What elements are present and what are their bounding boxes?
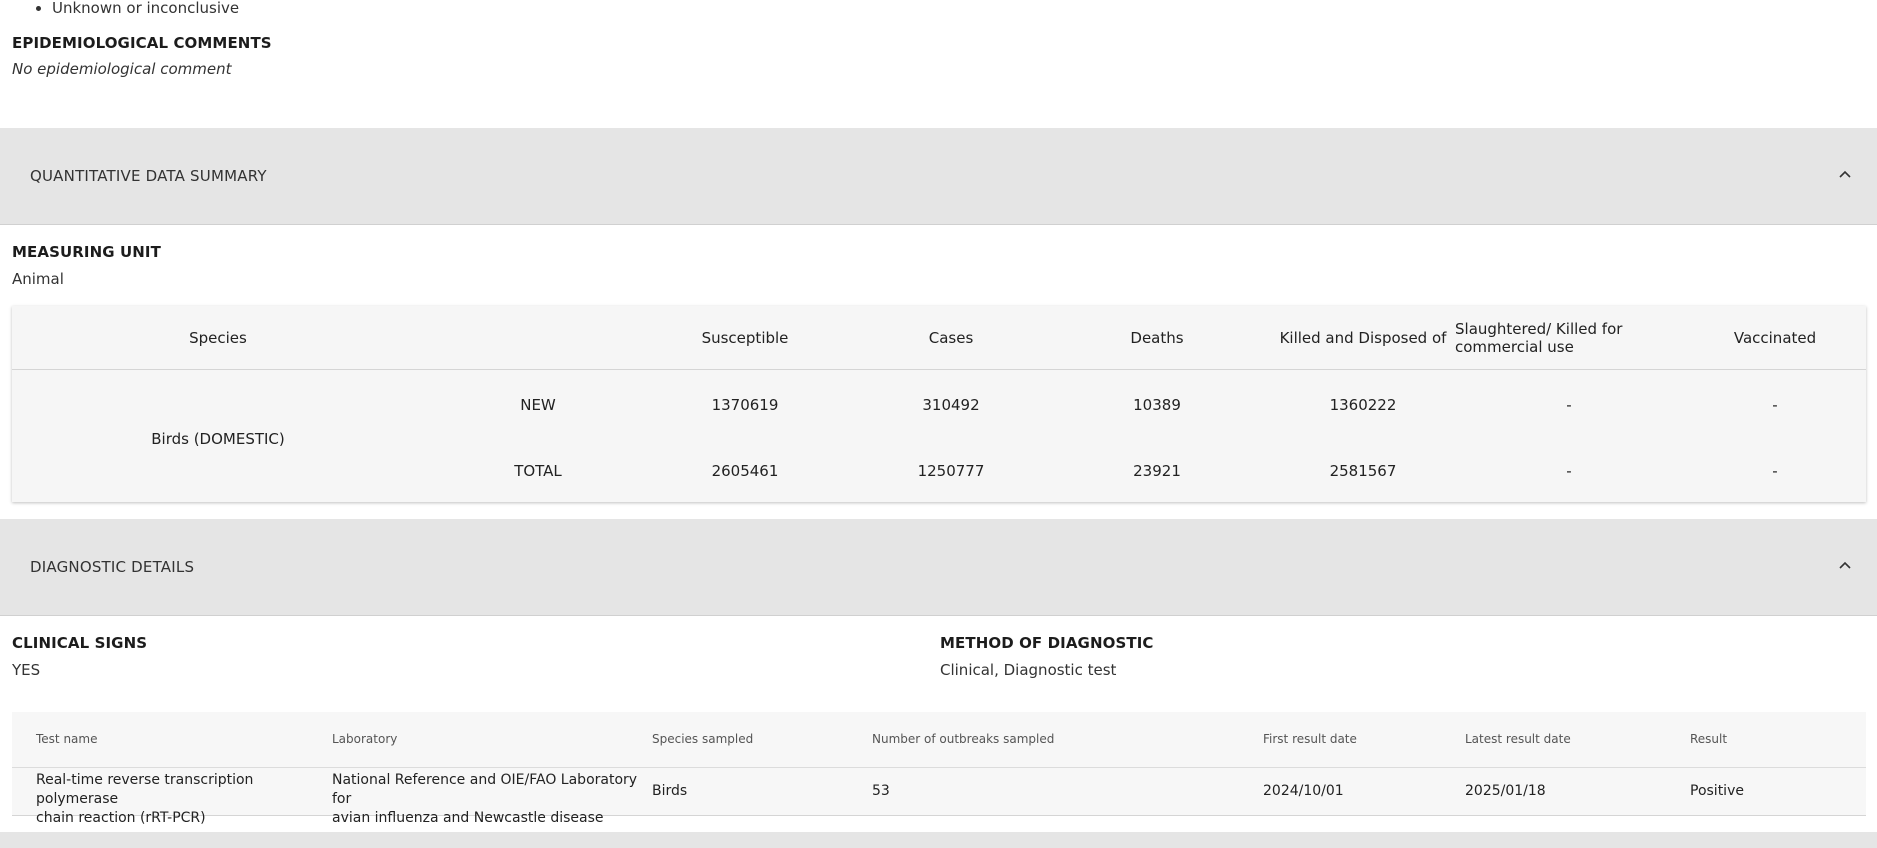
- header-cases: Cases: [928, 329, 974, 347]
- cell-result: Positive: [1690, 783, 1744, 799]
- cell-slaughtered: -: [1566, 462, 1572, 480]
- measuring-unit: MEASURING UNIT Animal: [12, 243, 161, 288]
- cell-first-date: 2024/10/01: [1263, 783, 1344, 799]
- header-slaughtered: Slaughtered/ Killed for commercial use: [1455, 306, 1675, 370]
- list-item: Unknown or inconclusive: [52, 0, 239, 17]
- method-of-diagnostic: METHOD OF DIAGNOSTIC Clinical, Diagnosti…: [940, 634, 1154, 679]
- cell-laboratory: National Reference and OIE/FAO Laborator…: [332, 771, 647, 828]
- cell-outbreaks: 53: [872, 783, 890, 799]
- cell-vaccinated: -: [1772, 462, 1778, 480]
- measuring-unit-title: MEASURING UNIT: [12, 243, 161, 261]
- method-value: Clinical, Diagnostic test: [940, 661, 1117, 679]
- header-vaccinated: Vaccinated: [1733, 329, 1817, 347]
- header-divider: [12, 767, 1866, 768]
- row-label: NEW: [520, 396, 556, 414]
- header-laboratory: Laboratory: [332, 732, 398, 746]
- cell-deaths: 23921: [1133, 462, 1181, 480]
- cell-vaccinated: -: [1772, 396, 1778, 414]
- header-first-date: First result date: [1263, 732, 1357, 746]
- cell-slaughtered: -: [1566, 396, 1572, 414]
- header-susceptible: Susceptible: [701, 329, 789, 347]
- diagnostic-panel-header[interactable]: DIAGNOSTIC DETAILS: [0, 519, 1877, 616]
- inconclusive-list: Unknown or inconclusive: [52, 0, 239, 17]
- header-slaughtered-line1: Slaughtered/ Killed for: [1455, 320, 1623, 338]
- quantitative-panel-header[interactable]: QUANTITATIVE DATA SUMMARY: [0, 128, 1877, 225]
- measuring-unit-value: Animal: [12, 270, 64, 288]
- cell-species-sampled: Birds: [652, 783, 688, 799]
- cell-deaths: 10389: [1133, 396, 1181, 414]
- cell-cases: 1250777: [917, 462, 985, 480]
- header-result: Result: [1690, 732, 1728, 746]
- quantitative-table: Species Susceptible Cases Deaths Killed …: [12, 306, 1866, 502]
- cell-killed: 1360222: [1329, 396, 1397, 414]
- header-slaughtered-line2: commercial use: [1455, 338, 1574, 356]
- clinical-signs-title: CLINICAL SIGNS: [12, 634, 148, 652]
- diagnostic-table: Test name Laboratory Species sampled Num…: [12, 712, 1866, 826]
- table-header-row: Species Susceptible Cases Deaths Killed …: [12, 306, 1866, 370]
- header-test-name: Test name: [36, 732, 98, 746]
- diagnostic-panel-title: DIAGNOSTIC DETAILS: [30, 558, 195, 576]
- epidemiological-title: EPIDEMIOLOGICAL COMMENTS: [12, 34, 272, 52]
- cell-laboratory-line1: National Reference and OIE/FAO Laborator…: [332, 772, 638, 807]
- next-panel-header[interactable]: [0, 832, 1877, 848]
- method-title: METHOD OF DIAGNOSTIC: [940, 634, 1154, 652]
- header-outbreaks: Number of outbreaks sampled: [872, 732, 1055, 746]
- header-species-sampled: Species sampled: [652, 732, 754, 746]
- epidemiological-comments: EPIDEMIOLOGICAL COMMENTS No epidemiologi…: [12, 34, 272, 78]
- cell-laboratory-line2: avian influenza and Newcastle disease: [332, 810, 604, 826]
- chevron-up-icon[interactable]: [1837, 559, 1853, 571]
- cell-test-name-line1: Real-time reverse transcription polymera…: [36, 772, 254, 807]
- header-killed: Killed and Disposed of: [1279, 329, 1447, 347]
- clinical-signs-value: YES: [12, 661, 41, 679]
- header-latest-date: Latest result date: [1465, 732, 1571, 746]
- cell-test-name-line2: chain reaction (rRT-PCR): [36, 810, 206, 826]
- cell-susceptible: 1370619: [711, 396, 779, 414]
- epidemiological-value: No epidemiological comment: [12, 60, 232, 78]
- quantitative-panel-title: QUANTITATIVE DATA SUMMARY: [30, 167, 267, 185]
- cell-latest-date: 2025/01/18: [1465, 783, 1546, 799]
- cell-killed: 2581567: [1329, 462, 1397, 480]
- clinical-signs: CLINICAL SIGNS YES: [12, 634, 147, 679]
- header-deaths: Deaths: [1130, 329, 1184, 347]
- cell-cases: 310492: [922, 396, 980, 414]
- cell-susceptible: 2605461: [711, 462, 779, 480]
- species-name: Birds (DOMESTIC): [151, 430, 285, 448]
- row-label: TOTAL: [514, 462, 562, 480]
- chevron-up-icon[interactable]: [1837, 168, 1853, 180]
- header-species: Species: [189, 329, 247, 347]
- cell-test-name: Real-time reverse transcription polymera…: [36, 771, 326, 828]
